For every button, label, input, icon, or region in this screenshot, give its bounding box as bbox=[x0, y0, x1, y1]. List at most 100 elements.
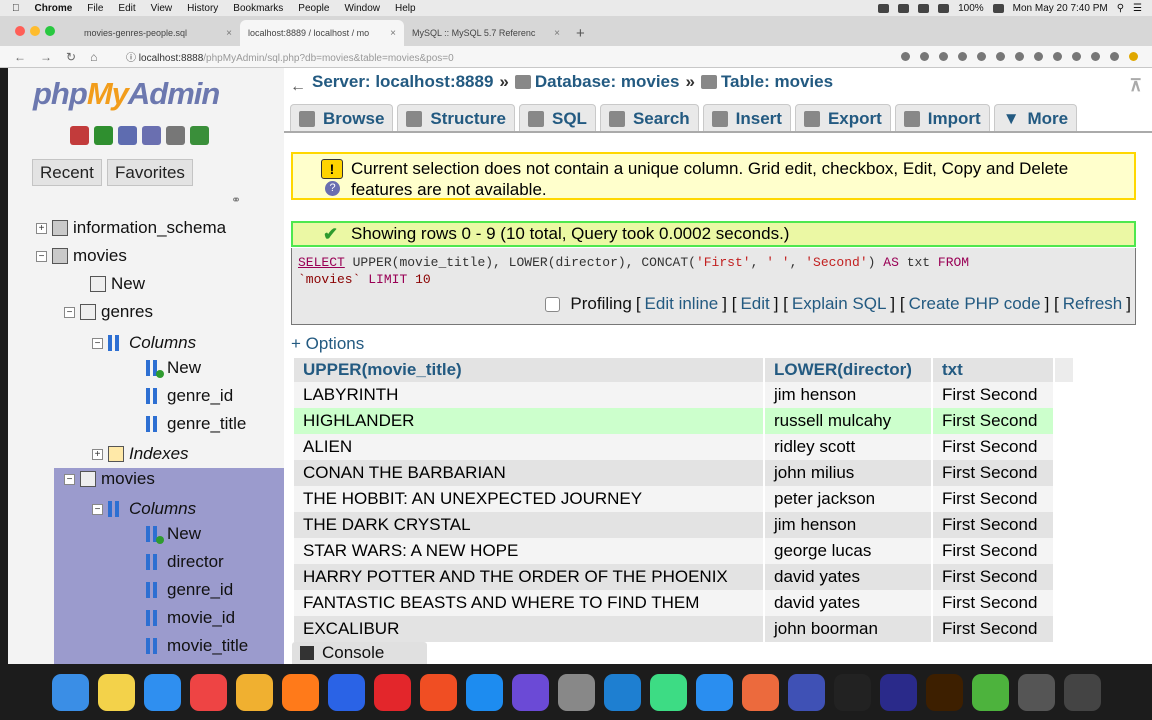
table-cell[interactable]: CONAN THE BARBARIAN bbox=[294, 460, 765, 486]
table-cell[interactable]: EXCALIBUR bbox=[294, 616, 765, 642]
bookmark-star-icon[interactable] bbox=[920, 52, 929, 61]
trash-icon[interactable] bbox=[1063, 673, 1101, 711]
browser-tab[interactable]: MySQL :: MySQL 5.7 Referenc × bbox=[404, 20, 568, 46]
table-row[interactable]: HARRY POTTER AND THE ORDER OF THE PHOENI… bbox=[294, 564, 1074, 590]
table-cell[interactable]: george lucas bbox=[764, 538, 933, 564]
create-php-code-link[interactable]: Create PHP code bbox=[909, 294, 1041, 314]
opera-icon[interactable] bbox=[373, 673, 411, 711]
chrome-icon[interactable] bbox=[189, 673, 227, 711]
extension-icon[interactable] bbox=[996, 52, 1005, 61]
android-studio-icon[interactable] bbox=[649, 673, 687, 711]
safari-icon[interactable] bbox=[465, 673, 503, 711]
table-cell[interactable]: First Second bbox=[932, 616, 1055, 642]
extension-icon[interactable] bbox=[939, 52, 948, 61]
menu-file[interactable]: File bbox=[87, 3, 103, 14]
expand-icon[interactable]: + bbox=[92, 448, 103, 460]
home-icon[interactable] bbox=[70, 126, 89, 145]
table-cell[interactable]: ridley scott bbox=[764, 434, 933, 460]
menu-history[interactable]: History bbox=[187, 3, 218, 14]
collapse-icon[interactable]: − bbox=[36, 250, 47, 262]
table-row[interactable]: STAR WARS: A NEW HOPE george lucas First S… bbox=[294, 538, 1074, 564]
close-tab-icon[interactable]: × bbox=[554, 28, 560, 39]
browser-tab[interactable]: movies-genres-people.sql × bbox=[76, 20, 240, 46]
tab-sql[interactable]: SQL bbox=[519, 104, 596, 132]
table-row[interactable]: FANTASTIC BEASTS AND WHERE TO FIND THEM d… bbox=[294, 590, 1074, 616]
column-header[interactable]: LOWER(director) bbox=[764, 358, 933, 382]
docs-icon[interactable] bbox=[142, 126, 161, 145]
table-cell[interactable]: david yates bbox=[764, 564, 933, 590]
collapse-icon[interactable]: − bbox=[64, 306, 75, 318]
expand-icon[interactable]: + bbox=[36, 222, 47, 234]
tab-import[interactable]: Import bbox=[894, 104, 990, 132]
tree-column-movie-title[interactable]: movie_title bbox=[146, 633, 248, 659]
extension-icon[interactable] bbox=[958, 52, 967, 61]
table-cell[interactable]: First Second bbox=[932, 564, 1055, 590]
breadcrumb-server[interactable]: Server: localhost:8889 bbox=[312, 72, 493, 92]
close-tab-icon[interactable]: × bbox=[390, 28, 396, 39]
firefox-dev-icon[interactable] bbox=[327, 673, 365, 711]
tableplus-icon[interactable] bbox=[1017, 673, 1055, 711]
app-store-icon[interactable] bbox=[143, 673, 181, 711]
notes-icon[interactable] bbox=[97, 673, 135, 711]
table-cell[interactable]: peter jackson bbox=[764, 486, 933, 512]
menu-help[interactable]: Help bbox=[395, 3, 416, 14]
tree-column-movie-id[interactable]: movie_id bbox=[146, 605, 235, 631]
terminal-icon[interactable] bbox=[833, 673, 871, 711]
scroll-top-icon[interactable]: ⊼ bbox=[1130, 76, 1142, 96]
status-icon[interactable] bbox=[918, 3, 930, 13]
tree-column-genre-id[interactable]: genre_id bbox=[146, 383, 233, 409]
logout-icon[interactable] bbox=[94, 126, 113, 145]
extension-icon[interactable] bbox=[1015, 52, 1024, 61]
table-cell[interactable]: First Second bbox=[932, 538, 1055, 564]
table-cell[interactable]: david yates bbox=[764, 590, 933, 616]
tree-columns[interactable]: − Columns bbox=[92, 496, 196, 522]
browser-tab-active[interactable]: localhost:8889 / localhost / mo × bbox=[240, 20, 404, 46]
extension-icon[interactable] bbox=[1072, 52, 1081, 61]
recent-button[interactable]: Recent bbox=[32, 159, 102, 186]
tree-column-director[interactable]: director bbox=[146, 549, 224, 575]
tree-new-table[interactable]: New bbox=[90, 271, 145, 297]
extension-icon[interactable] bbox=[977, 52, 986, 61]
phpmyadmin-logo[interactable]: phpMyAdmin bbox=[33, 76, 220, 112]
vscode-icon[interactable] bbox=[603, 673, 641, 711]
close-tab-icon[interactable]: × bbox=[226, 28, 232, 39]
tree-db-information-schema[interactable]: + information_schema bbox=[36, 215, 226, 241]
tree-new-column[interactable]: New bbox=[146, 521, 201, 547]
mongodb-icon[interactable] bbox=[971, 673, 1009, 711]
table-row[interactable]: THE HOBBIT: AN UNEXPECTED JOURNEY peter j… bbox=[294, 486, 1074, 512]
help-icon[interactable]: ? bbox=[325, 181, 340, 196]
minimize-window-button[interactable] bbox=[30, 26, 40, 36]
url-field[interactable]: ⓘ localhost:8888/phpMyAdmin/sql.php?db=m… bbox=[110, 49, 901, 64]
table-cell[interactable]: First Second bbox=[932, 408, 1055, 434]
extension-icon[interactable] bbox=[1091, 52, 1100, 61]
extension-icon[interactable] bbox=[1053, 52, 1062, 61]
extension-icon[interactable] bbox=[1034, 52, 1043, 61]
breadcrumb-database[interactable]: Database: movies bbox=[514, 72, 679, 92]
tab-insert[interactable]: Insert bbox=[702, 104, 791, 132]
battery-icon[interactable] bbox=[992, 3, 1004, 13]
apple-icon[interactable]:  bbox=[12, 3, 20, 14]
explain-sql-link[interactable]: Explain SQL bbox=[792, 294, 887, 314]
wifi-icon[interactable] bbox=[938, 3, 950, 13]
menu-bookmarks[interactable]: Bookmarks bbox=[233, 3, 283, 14]
tab-browse[interactable]: Browse bbox=[290, 104, 394, 132]
table-cell[interactable]: First Second bbox=[932, 382, 1055, 408]
table-row[interactable]: CONAN THE BARBARIAN john milius First Seco… bbox=[294, 460, 1074, 486]
edit-link[interactable]: Edit bbox=[740, 294, 769, 314]
console-toggle[interactable]: Console bbox=[292, 642, 427, 664]
clock[interactable]: Mon May 20 7:40 PM bbox=[1013, 3, 1108, 14]
sql-query[interactable]: SELECT UPPER(movie_title), LOWER(directo… bbox=[298, 254, 969, 288]
spotlight-icon[interactable]: ⚲ bbox=[1117, 3, 1124, 14]
edit-inline-link[interactable]: Edit inline bbox=[645, 294, 719, 314]
tab-more[interactable]: ▼ More bbox=[993, 104, 1078, 132]
chrome-canary-icon[interactable] bbox=[235, 673, 273, 711]
xcode-icon[interactable] bbox=[695, 673, 733, 711]
help-icon[interactable] bbox=[118, 126, 137, 145]
back-icon[interactable]: ← bbox=[14, 50, 26, 64]
table-cell[interactable]: First Second bbox=[932, 590, 1055, 616]
collapse-icon[interactable]: − bbox=[92, 337, 103, 349]
battery-percent[interactable]: 100% bbox=[958, 3, 984, 14]
table-cell[interactable]: THE DARK CRYSTAL bbox=[294, 512, 765, 538]
table-row[interactable]: EXCALIBUR john boorman First Second bbox=[294, 616, 1074, 642]
maximize-window-button[interactable] bbox=[45, 26, 55, 36]
